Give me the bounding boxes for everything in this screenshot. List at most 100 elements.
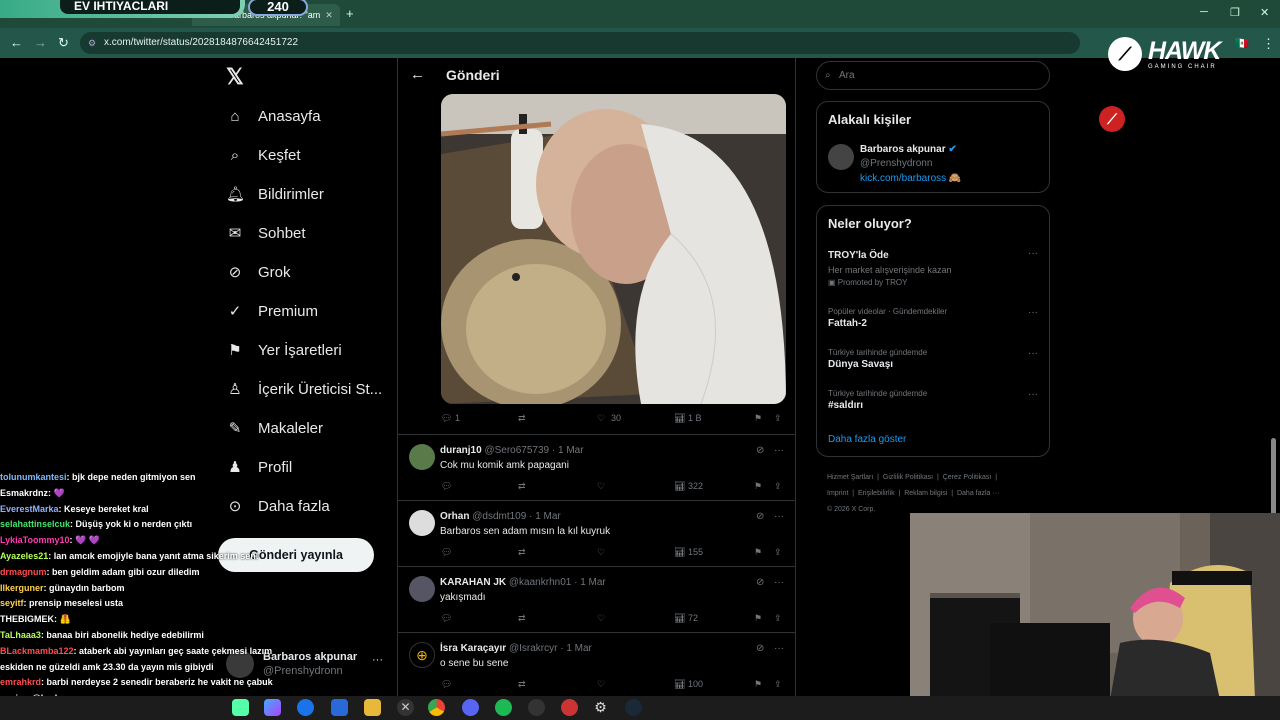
more-icon[interactable]: ··· xyxy=(774,511,784,522)
reply-icon[interactable]: 💬︎ xyxy=(441,481,452,492)
like-icon[interactable]: ♡ xyxy=(597,481,605,492)
xbox-icon[interactable]: ✕ xyxy=(397,699,414,716)
trend-item[interactable]: Popüler videolar · Gündemdekiler Fattah-… xyxy=(828,307,1038,329)
views-icon[interactable]: 📊︎ xyxy=(674,547,685,558)
chat-username[interactable]: THEBIGMEK xyxy=(0,614,54,624)
trend-item[interactable]: Türkiye tarihinde gündemde Dünya Savaşı … xyxy=(828,348,1038,370)
chat-username[interactable]: seyitf xyxy=(0,598,24,608)
grok-icon[interactable]: ⊘ xyxy=(756,643,764,654)
chat-username[interactable]: BLackmamba122 xyxy=(0,646,74,656)
back-arrow-icon[interactable]: ← xyxy=(10,35,23,50)
site-info-icon[interactable]: ⚙ xyxy=(88,32,96,54)
chat-username[interactable]: TaLhaaa3 xyxy=(0,630,41,640)
more-icon[interactable]: ··· xyxy=(1028,248,1038,259)
views-icon[interactable]: 📊︎ xyxy=(674,679,685,690)
repost-icon[interactable]: ⇄ xyxy=(518,547,526,558)
bookmark-icon[interactable]: ⚑ xyxy=(754,413,762,424)
url-field[interactable]: ⚙ x.com/twitter/status/20281848766424517… xyxy=(80,32,1080,54)
like-icon[interactable]: ♡ xyxy=(597,613,605,624)
browser-menu-icon[interactable]: ⋮ xyxy=(1262,36,1275,52)
bookmark-icon[interactable]: ⚑ xyxy=(754,547,762,558)
footer-link[interactable]: Hizmet Şartları xyxy=(827,474,873,481)
restore-icon[interactable]: ❐ xyxy=(1230,6,1240,19)
trend-item[interactable]: Türkiye tarihinde gündemde #saldırı ··· xyxy=(828,389,1038,411)
reply-item[interactable]: ⊕ İsra Karaçayır @Israkrcyr · 1 Mar o se… xyxy=(398,632,795,698)
share-icon[interactable]: ⇪ xyxy=(774,547,782,558)
chat-username[interactable]: tolunumkantesi xyxy=(0,472,67,482)
more-icon[interactable]: ··· xyxy=(1028,389,1038,400)
footer-link[interactable]: Çerez Politikası xyxy=(943,474,992,481)
bookmark-icon[interactable]: ⚑ xyxy=(754,481,762,492)
chat-username[interactable]: drmagnum xyxy=(0,567,47,577)
repost-icon[interactable]: ⇄ xyxy=(518,679,526,690)
back-arrow-icon[interactable]: ← xyxy=(410,66,425,83)
reply-item[interactable]: KARAHAN JK @kaankrhn01 · 1 Mar yakışmadı… xyxy=(398,566,795,632)
discord-icon[interactable] xyxy=(462,699,479,716)
app-icon[interactable] xyxy=(561,699,578,716)
nav-creator-studio[interactable]: ♙ İçerik Üreticisi St... xyxy=(226,374,382,404)
steam-icon[interactable] xyxy=(625,699,642,716)
footer-link[interactable]: Imprint xyxy=(827,490,848,497)
chat-username[interactable]: Ayazeles21 xyxy=(0,551,48,561)
more-icon[interactable]: ··· xyxy=(1028,307,1038,318)
like-icon[interactable]: ♡ xyxy=(597,413,605,424)
nav-notifications[interactable]: 🔔︎ Bildirimler xyxy=(226,179,324,209)
chat-username[interactable]: LykiaToommy10 xyxy=(0,535,70,545)
profile-flag-icon[interactable]: 🇲🇽 xyxy=(1235,37,1249,50)
share-icon[interactable]: ⇪ xyxy=(774,413,782,424)
minimize-icon[interactable]: ─ xyxy=(1200,6,1208,18)
like-icon[interactable]: ♡ xyxy=(597,679,605,690)
more-icon[interactable]: ··· xyxy=(774,577,784,588)
settings-icon[interactable]: ⚙ xyxy=(592,699,609,716)
chat-username[interactable]: Ilkerguner xyxy=(0,583,44,593)
chat-username[interactable]: EverestMarka xyxy=(0,504,59,514)
nav-premium[interactable]: ✓ Premium xyxy=(226,296,318,326)
mail-app-icon[interactable] xyxy=(331,699,348,716)
more-icon[interactable]: ··· xyxy=(774,643,784,654)
post-video[interactable] xyxy=(441,94,786,404)
views-icon[interactable]: 📊︎ xyxy=(674,613,685,624)
avatar[interactable] xyxy=(828,144,854,170)
grok-icon[interactable]: ⊘ xyxy=(756,445,764,456)
bookmark-icon[interactable]: ⚑ xyxy=(754,613,762,624)
reply-icon[interactable]: 💬︎ xyxy=(441,547,452,558)
new-tab-icon[interactable]: + xyxy=(346,6,354,21)
related-link[interactable]: kick.com/barbaross 🙈 xyxy=(860,173,961,184)
share-icon[interactable]: ⇪ xyxy=(774,481,782,492)
forward-arrow-icon[interactable]: → xyxy=(34,35,47,50)
nav-home[interactable]: ⌂ Anasayfa xyxy=(226,101,320,131)
share-icon[interactable]: ⇪ xyxy=(774,613,782,624)
reply-icon[interactable]: 💬︎ xyxy=(441,413,452,424)
footer-link[interactable]: Gizlilik Politikası xyxy=(883,474,933,481)
bookmark-icon[interactable]: ⚑ xyxy=(754,679,762,690)
nav-bookmarks[interactable]: ⚑ Yer İşaretleri xyxy=(226,335,341,365)
reply-icon[interactable]: 💬︎ xyxy=(441,613,452,624)
chat-username[interactable]: selahattinselcuk xyxy=(0,519,70,529)
more-icon[interactable]: ··· xyxy=(1028,348,1038,359)
widgets-icon[interactable] xyxy=(232,699,249,716)
close-icon[interactable]: ✕ xyxy=(325,10,333,21)
close-window-icon[interactable]: ✕ xyxy=(1260,6,1269,19)
obs-icon[interactable] xyxy=(528,699,545,716)
spotify-icon[interactable] xyxy=(495,699,512,716)
related-name[interactable]: Barbaros akpunar ✔ xyxy=(860,144,957,155)
repost-icon[interactable]: ⇄ xyxy=(518,413,526,424)
chat-username[interactable]: Esmakrdnz xyxy=(0,488,48,498)
copilot-icon[interactable] xyxy=(264,699,281,716)
grok-icon[interactable]: ⊘ xyxy=(756,511,764,522)
more-icon[interactable]: ··· xyxy=(774,445,784,456)
share-icon[interactable]: ⇪ xyxy=(774,679,782,690)
repost-icon[interactable]: ⇄ xyxy=(518,613,526,624)
chrome-icon[interactable] xyxy=(428,699,445,716)
nav-messages[interactable]: ✉ Sohbet xyxy=(226,218,306,248)
edge-browser-icon[interactable] xyxy=(297,699,314,716)
reload-icon[interactable]: ↻ xyxy=(58,35,69,51)
search-input[interactable]: ⌕ Ara xyxy=(816,61,1050,90)
x-logo-icon[interactable]: 𝕏 xyxy=(226,64,244,90)
chat-username[interactable]: emrahkrd xyxy=(0,677,41,687)
grok-icon[interactable]: ⊘ xyxy=(756,577,764,588)
reply-item[interactable]: Orhan @dsdmt109 · 1 Mar Barbaros sen ada… xyxy=(398,500,795,566)
views-icon[interactable]: 📊︎ xyxy=(674,413,685,424)
reply-item[interactable]: duranj10 @Sero675739 · 1 Mar Cok mu komi… xyxy=(398,434,795,500)
like-icon[interactable]: ♡ xyxy=(597,547,605,558)
